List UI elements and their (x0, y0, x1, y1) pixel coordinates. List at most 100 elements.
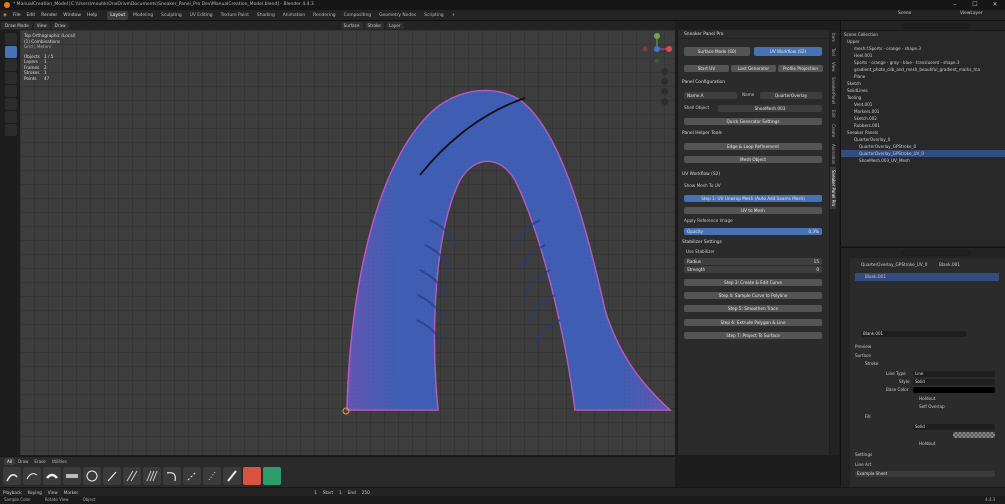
close-button[interactable]: ✕ (985, 0, 1005, 10)
outliner-item[interactable]: QuarterOverlay_0 (841, 136, 1005, 143)
brush-fill-red-icon[interactable] (243, 467, 261, 485)
workspace-tab-shading[interactable]: Shading (254, 11, 278, 20)
name-field[interactable]: QuarterOverlay (760, 92, 822, 99)
timeline-view-menu[interactable]: View (45, 489, 61, 496)
tab-item[interactable]: Item (830, 30, 836, 45)
uv-to-mesh-button[interactable]: UV to Mesh (684, 207, 822, 214)
outliner-item[interactable]: QuarterOverlay_GPStroke_0 (841, 143, 1005, 150)
workspace-tab-layout[interactable]: Layout (107, 10, 129, 20)
outliner-item[interactable]: ShoeMesh.003_UV_Mesh (841, 157, 1005, 164)
tab-view[interactable]: View (830, 59, 836, 75)
brush-pen-icon[interactable] (23, 467, 41, 485)
panel-config-header[interactable]: Panel Configuration (682, 79, 725, 87)
outliner-item[interactable]: Rubbers.001 (841, 122, 1005, 129)
apply-reference-checkbox[interactable]: Apply Reference Image (684, 218, 733, 223)
edge-loop-refinement-button[interactable]: Edge & Loop Refinement (684, 143, 822, 150)
add-workspace-button[interactable]: + (449, 11, 459, 20)
step3-button[interactable]: Step 3: Create & Edit Curve (684, 279, 822, 286)
brush-fill-green-icon[interactable] (263, 467, 281, 485)
workspace-tab-modeling[interactable]: Modeling (130, 11, 156, 20)
interpolate-tool-icon[interactable] (5, 124, 17, 136)
erase-tool-icon[interactable] (5, 72, 17, 84)
brush-ink-icon[interactable] (3, 467, 21, 485)
self-overlap-checkbox[interactable]: Self Overlap (919, 403, 945, 410)
viewlayer-selector[interactable]: ViewLayer (960, 11, 983, 16)
scene-selector[interactable]: Scene (898, 11, 911, 16)
outliner-item[interactable]: Sneaker Panels (841, 129, 1005, 136)
step5-button[interactable]: Step 5: Smoothen Trace (684, 305, 822, 312)
outliner-item[interactable]: Tooling (841, 94, 1005, 101)
tab-tool[interactable]: Tool (830, 45, 836, 59)
fill-tool-icon[interactable] (5, 59, 17, 71)
tab-edit[interactable]: Edit (830, 107, 836, 121)
brush-strokes-icon[interactable] (143, 467, 161, 485)
placement-surface-dropdown[interactable]: Surface (340, 22, 363, 29)
stabilizer-header[interactable]: Stabilizer Settings (682, 239, 722, 247)
material-slot[interactable]: Blank.001 (855, 273, 999, 281)
surface-panel-header[interactable]: Surface (855, 352, 871, 359)
grid-toggle-icon[interactable] (661, 98, 668, 105)
marker-menu[interactable]: Marker (61, 489, 81, 496)
workspace-tab-sculpting[interactable]: Sculpting (158, 11, 185, 20)
workspace-tab-compositing[interactable]: Compositing (341, 11, 375, 20)
workspace-tab-scripting[interactable]: Scripting (421, 11, 447, 20)
quick-generator-button[interactable]: Quick Generator Settings (684, 118, 822, 125)
strength-field[interactable]: Strength 0 (684, 266, 822, 273)
uv-workflow-button[interactable]: UV Workflow (S2) (754, 47, 822, 56)
style-dropdown[interactable]: Solid (913, 379, 995, 385)
last-generator-button[interactable]: Last Generator (731, 65, 776, 72)
menu-help[interactable]: Help (84, 10, 100, 21)
draw-menu[interactable]: Draw (51, 22, 69, 29)
brush-scatter-icon[interactable] (203, 467, 221, 485)
example-sheet-field[interactable]: Example Sheet (855, 471, 995, 477)
start-uv-button[interactable]: Start UV (684, 65, 729, 72)
surface-mode-button[interactable]: Surface Mode (S0) (684, 47, 750, 56)
tab-create[interactable]: Create (830, 121, 836, 140)
workspace-tab-uv-editing[interactable]: UV Editing (187, 11, 216, 20)
step4-button[interactable]: Step 4: Sample Curve to Polyline (684, 292, 822, 299)
brush-spiral-icon[interactable] (83, 467, 101, 485)
brush-hatch-icon[interactable] (123, 467, 141, 485)
brush-curve-icon[interactable] (163, 467, 181, 485)
outliner-item[interactable]: Vent.001 (841, 101, 1005, 108)
menu-render[interactable]: Render (38, 10, 60, 21)
panel-helper-header[interactable]: Panel Helper Tools (682, 130, 722, 138)
opacity-slider[interactable]: Opacity 0.3% (684, 228, 822, 235)
holdout-checkbox[interactable]: Holdout (919, 395, 935, 402)
menu-file[interactable]: File (10, 10, 24, 21)
preview-panel-header[interactable]: Preview (855, 343, 871, 350)
brush-airbrush-icon[interactable] (63, 467, 81, 485)
view-menu[interactable]: View (33, 22, 50, 29)
select-tool-icon[interactable] (5, 33, 17, 45)
fill-holdout-checkbox[interactable]: Holdout (919, 440, 935, 447)
shelf-tab-utilities[interactable]: Utilities (49, 458, 70, 465)
stroke-panel-header[interactable]: Stroke (865, 360, 878, 367)
layer-dropdown[interactable]: Layer (385, 22, 404, 29)
outliner-item-selected[interactable]: QuarterOverlay_GPStroke_UV_0 (841, 150, 1005, 157)
mesh-object-button[interactable]: Mesh Object (684, 156, 822, 163)
base-color-swatch[interactable] (913, 387, 995, 393)
draw-tool-icon[interactable] (5, 46, 17, 58)
outliner-item[interactable]: Plane (841, 73, 1005, 80)
zoom-icon[interactable] (661, 68, 668, 75)
brush-marker-icon[interactable] (43, 467, 61, 485)
outliner-item[interactable]: Heel.001 (841, 52, 1005, 59)
step6-button[interactable]: Step 6: Extrude Polygon & Line (684, 319, 822, 326)
outliner-item[interactable]: SolidLines (841, 87, 1005, 94)
fill-style-dropdown[interactable]: Solid (913, 424, 995, 430)
3d-viewport[interactable] (20, 30, 675, 455)
material-field[interactable]: Blank.001 (861, 331, 966, 337)
minimize-button[interactable]: – (945, 0, 965, 10)
outliner-search-input[interactable] (901, 23, 971, 29)
blender-menu-icon[interactable]: ◉ (0, 10, 10, 21)
line-tool-icon[interactable] (5, 98, 17, 110)
menu-window[interactable]: Window (60, 10, 84, 21)
maximize-button[interactable]: ☐ (965, 0, 985, 10)
workspace-tab-animation[interactable]: Animation (280, 11, 308, 20)
eyedropper-tool-icon[interactable] (5, 111, 17, 123)
workspace-tab-geometry-nodes[interactable]: Geometry Nodes (376, 11, 419, 20)
use-stabilizer-checkbox[interactable]: Use Stabilizer (686, 249, 715, 254)
properties-search-input[interactable] (901, 250, 971, 256)
uv-workflow-header[interactable]: UV Workflow (S2) (682, 171, 720, 179)
outliner-item[interactable]: mesh.f.Sports - orange - shape.3 (841, 45, 1005, 52)
